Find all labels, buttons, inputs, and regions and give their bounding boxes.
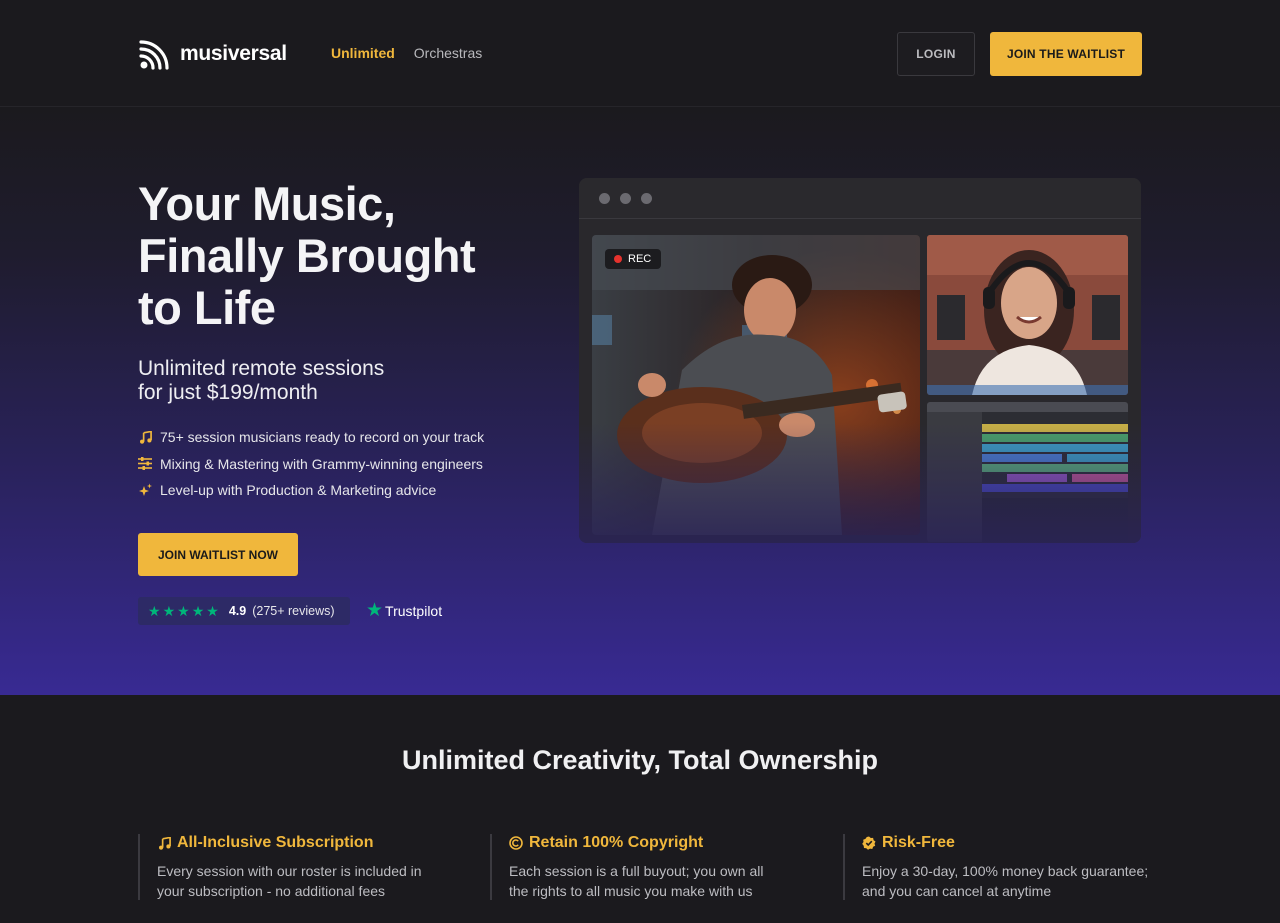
benefit-line: the rights to all music you make with us — [509, 883, 753, 899]
section-title: Unlimited Creativity, Total Ownership — [401, 745, 879, 775]
rec-label: REC — [628, 253, 652, 265]
musician-video-feed: REC — [592, 235, 920, 535]
benefit-line: Every session with our roster is include… — [157, 863, 422, 879]
session-preview-window: REC — [579, 178, 1141, 543]
star-icon: ★ — [148, 603, 161, 619]
hero-title-line: Finally Brought — [138, 229, 476, 282]
hero-title-line: Your Music, — [138, 177, 396, 230]
hero-title-line: to Life — [138, 281, 276, 334]
star-icon: ★ — [191, 603, 205, 619]
star-icon: ★ — [206, 603, 219, 619]
window-dot-icon — [599, 193, 610, 204]
top-navigation-bar: musiversal Unlimited Orchestras LOGIN JO… — [0, 0, 1280, 107]
benefit-title-text: All-Inclusive Subscription — [177, 834, 374, 851]
benefit-line: Each session is a full buyout; you own a… — [509, 863, 764, 879]
daw-tracks-image — [927, 402, 1128, 542]
feature-item: Level-up with Production & Marketing adv… — [138, 477, 484, 504]
trustpilot-logo[interactable]: ★ Trustpilot — [366, 601, 442, 620]
recording-indicator: REC — [605, 249, 662, 269]
benefit-description: Every session with our roster is include… — [157, 861, 456, 901]
benefit-column: Risk-Free Enjoy a 30-day, 100% money bac… — [843, 834, 1161, 900]
engineer-video-feed — [927, 235, 1128, 395]
benefit-title: Retain 100% Copyright — [509, 834, 808, 852]
benefit-column: All-Inclusive Subscription Every session… — [138, 834, 456, 900]
sparkle-icon — [138, 483, 152, 497]
badge-check-icon — [862, 836, 876, 850]
copyright-icon — [509, 836, 523, 850]
feature-text: Mixing & Mastering with Grammy-winning e… — [160, 455, 483, 472]
rating-score: 4.9 — [228, 604, 247, 618]
nav-link-orchestras[interactable]: Orchestras — [414, 45, 482, 61]
benefit-title-text: Risk-Free — [882, 834, 955, 851]
feature-item: Mixing & Mastering with Grammy-winning e… — [138, 451, 484, 478]
star-icon: ★ — [162, 603, 176, 619]
nav-link-unlimited[interactable]: Unlimited — [331, 45, 395, 61]
feature-text: Level-up with Production & Marketing adv… — [160, 482, 437, 499]
window-dot-icon — [620, 193, 631, 204]
review-count: (275+ reviews) — [252, 604, 335, 618]
benefit-line: and you can cancel at anytime — [862, 883, 1052, 899]
star-icon: ★ — [177, 603, 190, 619]
window-titlebar — [579, 178, 1141, 219]
hero-subtitle-line: Unlimited remote sessions — [138, 357, 385, 380]
sliders-icon — [138, 457, 152, 471]
benefit-line: Enjoy a 30-day, 100% money back guarante… — [862, 863, 1149, 879]
benefit-column: Retain 100% Copyright Each session is a … — [490, 834, 808, 900]
benefit-line: your subscription - no additional fees — [157, 883, 386, 899]
brand-logo[interactable]: musiversal — [138, 37, 287, 71]
logo-icon — [139, 40, 169, 70]
feature-item: 75+ session musicians ready to record on… — [138, 424, 484, 451]
vocalist-image — [927, 235, 1128, 395]
brand-name: musiversal — [180, 42, 287, 65]
benefit-title: All-Inclusive Subscription — [157, 834, 456, 852]
hero-subtitle-line: for just $199/month — [138, 381, 318, 404]
benefit-title: Risk-Free — [862, 834, 1161, 852]
rating-badge: ★ ★ ★ ★ ★ 4.9 (275+ reviews) — [138, 597, 350, 625]
trustpilot-star-icon: ★ — [366, 600, 384, 621]
trustpilot-label: Trustpilot — [385, 602, 443, 619]
hero-subtitle: Unlimited remote sessions for just $199/… — [138, 357, 468, 405]
feature-text: 75+ session musicians ready to record on… — [160, 429, 485, 446]
guitarist-image — [592, 235, 920, 535]
benefit-title-text: Retain 100% Copyright — [529, 834, 704, 851]
recording-dot-icon — [614, 255, 622, 263]
daw-screen — [927, 402, 1128, 542]
benefit-description: Enjoy a 30-day, 100% money back guarante… — [862, 861, 1161, 901]
music-note-icon — [157, 836, 171, 850]
feature-list: 75+ session musicians ready to record on… — [138, 424, 484, 504]
window-dot-icon — [641, 193, 652, 204]
benefit-description: Each session is a full buyout; you own a… — [509, 861, 808, 901]
join-waitlist-now-button[interactable]: JOIN WAITLIST NOW — [138, 533, 298, 576]
music-note-icon — [138, 430, 152, 444]
login-button[interactable]: LOGIN — [897, 32, 975, 76]
hero-title: Your Music, Finally Brought to Life — [138, 178, 558, 334]
main-nav: Unlimited Orchestras — [331, 45, 482, 61]
join-waitlist-button[interactable]: JOIN THE WAITLIST — [990, 32, 1142, 76]
